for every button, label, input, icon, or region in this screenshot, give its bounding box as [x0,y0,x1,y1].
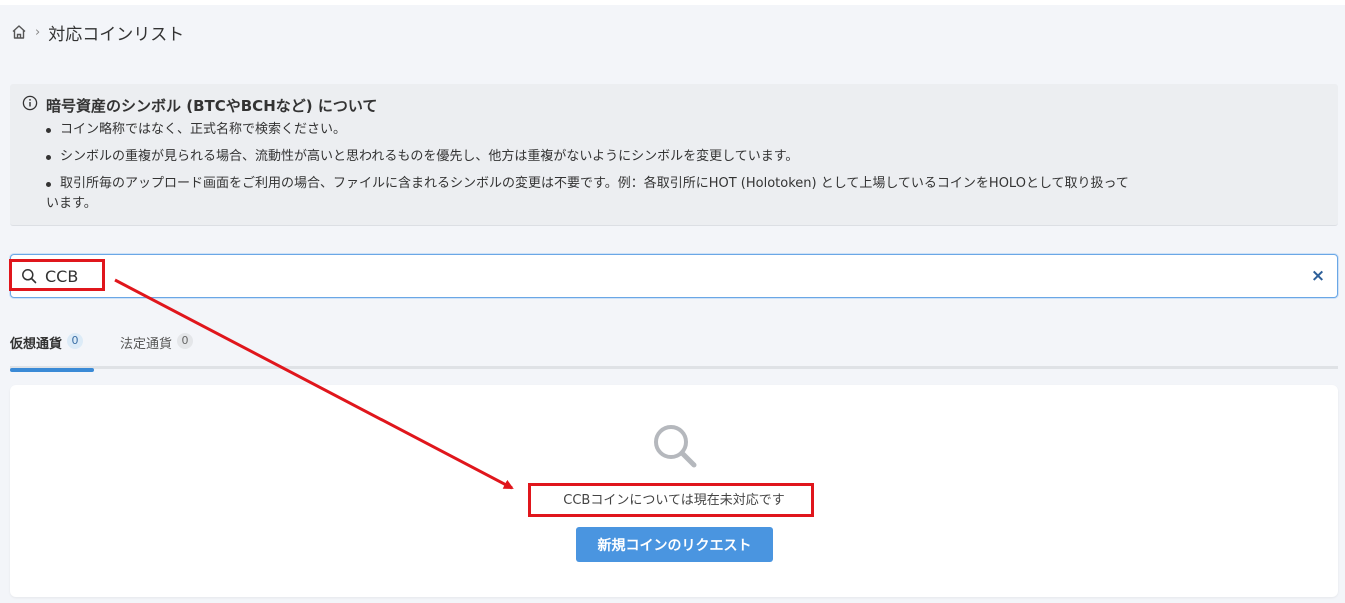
info-icon [22,95,38,115]
info-item: 取引所毎のアップロード画面をご利用の場合、ファイルに含まれるシンボルの変更は不要… [46,174,1326,214]
tab-crypto[interactable]: 仮想通貨 0 [10,330,94,372]
breadcrumb-separator: › [35,24,41,40]
page-title: 対応コインリスト [48,24,185,45]
home-icon[interactable] [11,24,27,40]
info-title-text: 暗号資産のシンボル (BTCやBCHなど) について [46,96,378,115]
tab-fiat[interactable]: 法定通貨 0 [120,330,194,369]
info-list: コイン略称ではなく、正式名称で検索ください。 シンボルの重複が見られる場合、流動… [22,120,1326,214]
search-input[interactable] [45,263,1295,289]
symbol-info-box: 暗号資産のシンボル (BTCやBCHなど) について コイン略称ではなく、正式名… [10,84,1338,226]
close-icon[interactable]: × [1310,267,1326,285]
search-icon [652,423,698,473]
count-badge: 0 [67,333,84,349]
unsupported-coin-message: CCBコインについては現在未対応です [563,493,785,508]
breadcrumb: › 対応コインリスト [11,20,185,45]
tab-label: 仮想通貨 [10,337,63,352]
currency-tabs: 仮想通貨 0 法定通貨 0 [10,330,1338,372]
coin-search-box[interactable]: × [10,254,1338,298]
request-new-coin-button[interactable]: 新規コインのリクエスト [576,527,773,562]
info-item: コイン略称ではなく、正式名称で検索ください。 [46,120,1326,140]
count-badge: 0 [177,333,194,349]
search-icon [21,268,37,288]
search-result-panel: CCBコインについては現在未対応です 新規コインのリクエスト [10,385,1338,597]
top-bar [0,0,1345,5]
tab-label: 法定通貨 [120,337,173,352]
info-title: 暗号資産のシンボル (BTCやBCHなど) について [22,94,1326,116]
info-item: シンボルの重複が見られる場合、流動性が高いと思われるものを優先し、他方は重複がな… [46,147,1326,167]
